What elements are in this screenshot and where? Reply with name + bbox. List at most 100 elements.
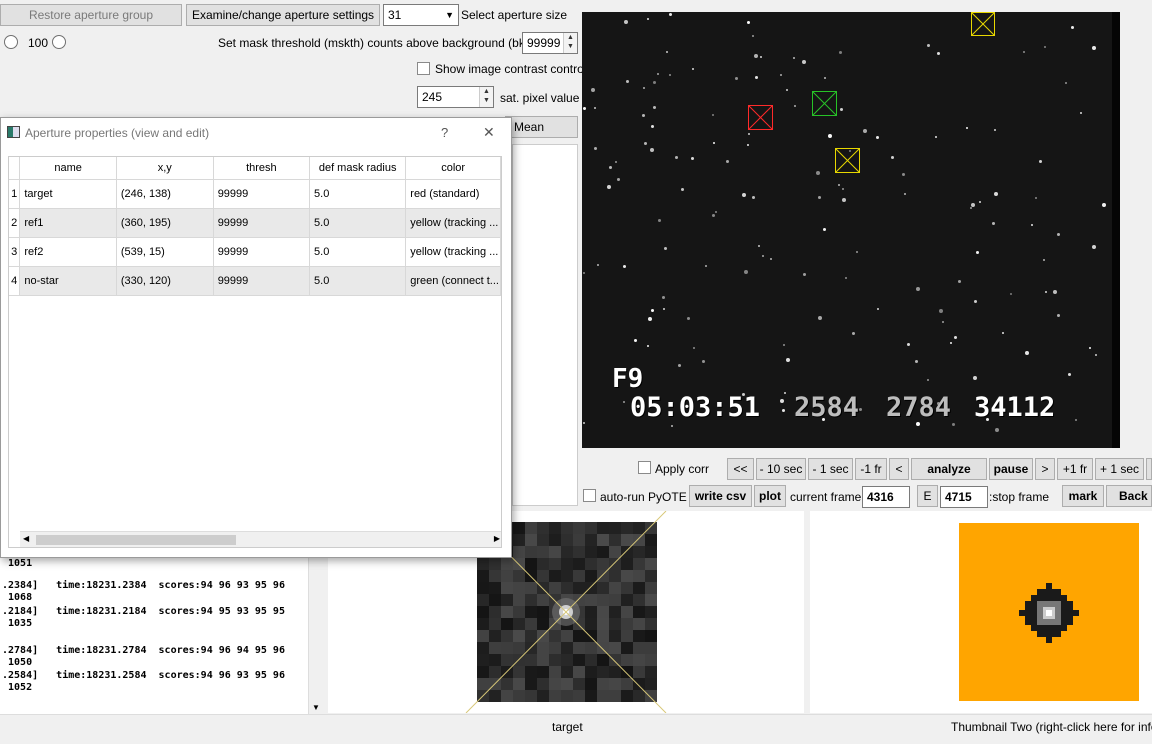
star: [818, 316, 822, 320]
table-cell-thresh[interactable]: 99999: [213, 208, 311, 238]
log-line: 1068: [2, 592, 33, 603]
table-row[interactable]: 1 target (246, 138) 99999 5.0 red (standard): [9, 179, 501, 209]
table-cell-name[interactable]: no-star: [19, 266, 117, 296]
apply-corr-checkbox[interactable]: [638, 461, 651, 474]
restore-aperture-group-button[interactable]: Restore aperture group: [0, 4, 182, 26]
column-header[interactable]: color: [405, 157, 501, 180]
mean-button[interactable]: Mean: [505, 116, 578, 138]
back-button[interactable]: Back t: [1106, 485, 1152, 507]
column-header[interactable]: name: [19, 157, 117, 180]
row-number: 4: [9, 266, 21, 296]
table-cell-name[interactable]: ref2: [19, 237, 117, 267]
close-icon[interactable]: ✕: [483, 124, 495, 141]
aperture-size-select[interactable]: 31 ▼: [383, 4, 459, 26]
log-line: 1051: [2, 558, 33, 569]
log-scrollbar[interactable]: ▼: [308, 558, 324, 714]
sat-spin-icon[interactable]: ▲ ▼: [479, 87, 493, 107]
column-header[interactable]: def mask radius: [309, 157, 407, 180]
table-cell-radius[interactable]: 5.0: [309, 208, 407, 238]
table-cell-name[interactable]: ref1: [19, 208, 117, 238]
threshold-input[interactable]: 99999 ▲ ▼: [522, 32, 578, 54]
star: [1044, 46, 1046, 48]
plus-1-frame-button[interactable]: +1 fr: [1057, 458, 1093, 480]
plot-button[interactable]: plot: [754, 485, 786, 507]
analyze-button[interactable]: analyze: [911, 458, 987, 480]
table-row[interactable]: 3 ref2 (539, 15) 99999 5.0 yellow (tracking .…: [9, 237, 501, 267]
table-cell-xy[interactable]: (539, 15): [116, 237, 214, 267]
thumbnail-one-label: target: [552, 720, 583, 734]
log-panel[interactable]: 1051 .2384] time:18231.2384 scores:94 96 …: [0, 558, 324, 714]
current-frame-input[interactable]: 4316: [862, 486, 910, 508]
table-cell-xy[interactable]: (330, 120): [116, 266, 214, 296]
sat-pixel-input[interactable]: 245 ▲ ▼: [417, 86, 494, 108]
frame-id-overlay: F9: [612, 364, 644, 394]
table-cell-thresh[interactable]: 99999: [213, 266, 311, 296]
table-cell-radius[interactable]: 5.0: [309, 266, 407, 296]
table-cell-color[interactable]: red (standard): [405, 179, 501, 209]
table-cell-thresh[interactable]: 99999: [213, 179, 311, 209]
star: [891, 156, 894, 159]
pause-button[interactable]: pause: [989, 458, 1033, 480]
table-cell-color[interactable]: yellow (tracking ...: [405, 208, 501, 238]
mark-button[interactable]: mark: [1062, 485, 1104, 507]
scroll-thumb[interactable]: [36, 535, 236, 545]
table-cell-xy[interactable]: (246, 138): [116, 179, 214, 209]
table-cell-thresh[interactable]: 99999: [213, 237, 311, 267]
table-cell-color[interactable]: green (connect t...: [405, 266, 501, 296]
star: [715, 211, 717, 213]
table-hscrollbar[interactable]: ◀ ▶: [20, 531, 501, 547]
aperture-properties-dialog[interactable]: Aperture properties (view and edit) ? ✕ …: [0, 117, 512, 558]
step-back-button[interactable]: <: [889, 458, 909, 480]
minus-1-sec-button[interactable]: - 1 sec: [808, 458, 853, 480]
star: [782, 409, 785, 412]
aperture-target[interactable]: [748, 105, 773, 130]
contrast-checkbox[interactable]: [417, 62, 430, 75]
write-csv-button[interactable]: write csv: [689, 485, 752, 507]
aperture-ref2[interactable]: [971, 12, 995, 36]
scroll-right-icon[interactable]: ▶: [494, 534, 500, 543]
minus-1-frame-button[interactable]: -1 fr: [855, 458, 887, 480]
aperture-no-star[interactable]: [812, 91, 837, 116]
e-button[interactable]: E: [917, 485, 938, 507]
column-header[interactable]: thresh: [213, 157, 311, 180]
apply-corr-label: Apply corr: [655, 462, 710, 476]
table-cell-radius[interactable]: 5.0: [309, 237, 407, 267]
star: [974, 300, 977, 303]
table-row[interactable]: 2 ref1 (360, 195) 99999 5.0 yellow (tracking …: [9, 208, 501, 238]
radio-left[interactable]: [4, 35, 18, 49]
table-cell-xy[interactable]: (360, 195): [116, 208, 214, 238]
scroll-left-icon[interactable]: ◀: [23, 534, 29, 543]
dialog-title-bar[interactable]: Aperture properties (view and edit) ? ✕: [1, 118, 511, 148]
star: [687, 317, 690, 320]
star: [647, 345, 649, 347]
log-line: 1035: [2, 618, 33, 629]
back-to-start-button[interactable]: <<: [727, 458, 754, 480]
scroll-down-icon[interactable]: ▼: [312, 703, 320, 712]
radio-right[interactable]: [52, 35, 66, 49]
star: [1057, 314, 1060, 317]
help-icon[interactable]: ?: [441, 125, 448, 140]
column-header[interactable]: x,y: [116, 157, 214, 180]
star: [1031, 224, 1033, 226]
table-row[interactable]: 4 no-star (330, 120) 99999 5.0 green (connect…: [9, 266, 501, 296]
aperture-table[interactable]: name x,y thresh def mask radius color 1 targe…: [9, 157, 501, 296]
star: [935, 136, 937, 138]
star: [915, 360, 918, 363]
star: [624, 20, 628, 24]
examine-aperture-settings-button[interactable]: Examine/change aperture settings: [186, 4, 380, 26]
auto-run-pyote-checkbox[interactable]: [583, 489, 596, 502]
table-cell-radius[interactable]: 5.0: [309, 179, 407, 209]
overflow-button[interactable]: [1146, 458, 1152, 480]
plus-1-sec-button[interactable]: + 1 sec: [1095, 458, 1144, 480]
step-forward-button[interactable]: >: [1035, 458, 1055, 480]
threshold-spin-icon[interactable]: ▲ ▼: [563, 33, 577, 53]
auto-run-pyote-label: auto-run PyOTE: [600, 490, 687, 504]
table-cell-color[interactable]: yellow (tracking ...: [405, 237, 501, 267]
minus-10-sec-button[interactable]: - 10 sec: [756, 458, 806, 480]
aperture-ref1[interactable]: [835, 148, 860, 173]
star: [1075, 419, 1077, 421]
star-field-image[interactable]: F9 05:03:51 2584 2784 34112: [582, 12, 1120, 448]
thumbnail-two-panel[interactable]: [810, 511, 1152, 713]
stop-frame-input[interactable]: 4715: [940, 486, 988, 508]
table-cell-name[interactable]: target: [19, 179, 117, 209]
